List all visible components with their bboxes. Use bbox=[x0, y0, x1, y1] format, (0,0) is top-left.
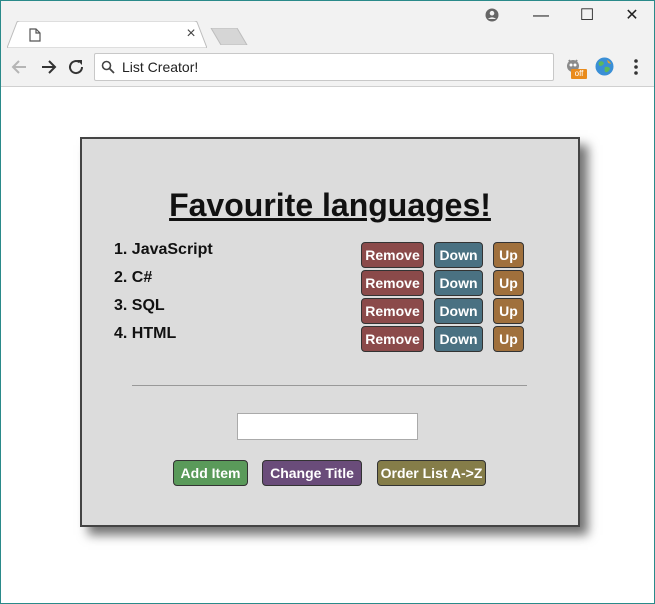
close-window-button[interactable]: ✕ bbox=[609, 5, 654, 29]
move-up-button[interactable]: Up bbox=[493, 242, 524, 268]
profile-icon[interactable] bbox=[485, 8, 499, 22]
search-icon bbox=[101, 60, 115, 74]
list-card: Favourite languages! 1. JavaScript 2. C#… bbox=[80, 137, 580, 527]
browser-toolbar: List Creator! off bbox=[1, 48, 654, 87]
list-item: 1. JavaScript bbox=[114, 241, 213, 258]
new-tab-button[interactable] bbox=[210, 28, 248, 45]
divider bbox=[132, 385, 527, 386]
move-up-button[interactable]: Up bbox=[493, 298, 524, 324]
move-down-button[interactable]: Down bbox=[434, 326, 483, 352]
change-title-button[interactable]: Change Title bbox=[262, 460, 362, 486]
remove-button[interactable]: Remove bbox=[361, 242, 424, 268]
document-icon bbox=[29, 28, 41, 42]
reload-icon[interactable] bbox=[66, 57, 86, 77]
extension-off-badge: off bbox=[571, 69, 587, 79]
back-arrow-icon[interactable] bbox=[10, 57, 30, 77]
move-up-button[interactable]: Up bbox=[493, 326, 524, 352]
move-down-button[interactable]: Down bbox=[434, 242, 483, 268]
maximize-button[interactable]: ☐ bbox=[564, 5, 610, 29]
order-list-button[interactable]: Order List A->Z bbox=[377, 460, 486, 486]
move-up-button[interactable]: Up bbox=[493, 270, 524, 296]
remove-button[interactable]: Remove bbox=[361, 326, 424, 352]
minimize-button[interactable]: — bbox=[518, 5, 564, 29]
new-item-input[interactable] bbox=[237, 413, 418, 440]
remove-button[interactable]: Remove bbox=[361, 270, 424, 296]
move-down-button[interactable]: Down bbox=[434, 298, 483, 324]
menu-dots-icon[interactable] bbox=[631, 57, 641, 77]
list-item: 2. C# bbox=[114, 269, 153, 286]
globe-icon[interactable] bbox=[595, 57, 614, 76]
tab-active[interactable]: × bbox=[7, 21, 207, 48]
list-item: 3. SQL bbox=[114, 297, 165, 314]
address-bar[interactable]: List Creator! bbox=[94, 53, 554, 81]
forward-arrow-icon[interactable] bbox=[38, 57, 58, 77]
list-title: Favourite languages! bbox=[169, 187, 491, 223]
list-item: 4. HTML bbox=[114, 325, 177, 342]
add-item-button[interactable]: Add Item bbox=[173, 460, 248, 486]
address-text: List Creator! bbox=[122, 59, 199, 75]
tab-strip: × — ☐ ✕ bbox=[1, 1, 654, 48]
move-down-button[interactable]: Down bbox=[434, 270, 483, 296]
browser-window: × — ☐ ✕ List Creator! off Favourite lang… bbox=[0, 0, 655, 604]
remove-button[interactable]: Remove bbox=[361, 298, 424, 324]
tab-close-button[interactable]: × bbox=[183, 25, 199, 43]
